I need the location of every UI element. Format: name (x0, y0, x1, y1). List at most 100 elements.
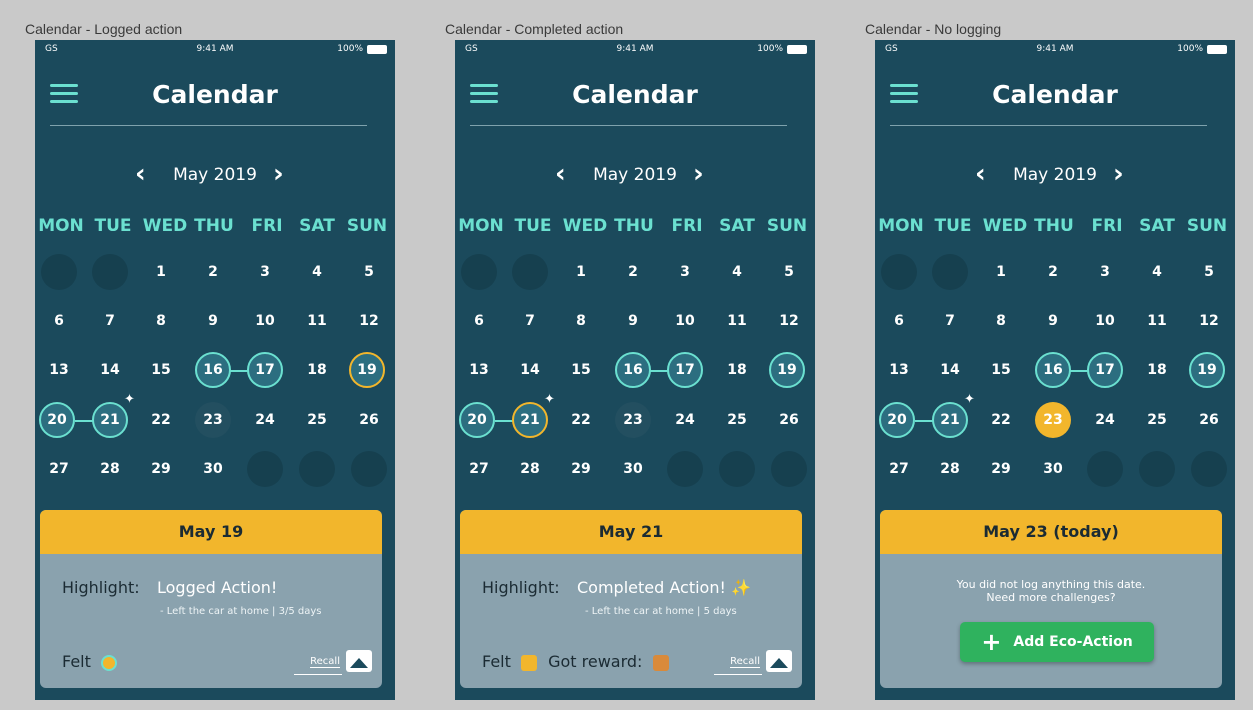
day-cell-logged[interactable]: 21 (932, 402, 968, 438)
day-cell[interactable]: 10 (667, 303, 703, 339)
day-cell[interactable]: 5 (771, 254, 807, 290)
day-cell-logged[interactable]: 19 (1189, 352, 1225, 388)
day-cell[interactable]: 30 (1035, 451, 1071, 487)
recall-link[interactable]: Recall (730, 656, 760, 668)
day-cell[interactable]: 25 (719, 402, 755, 438)
day-cell[interactable]: 9 (1035, 303, 1071, 339)
day-cell[interactable]: 18 (719, 352, 755, 388)
day-cell[interactable]: 18 (299, 352, 335, 388)
day-cell[interactable]: 2 (1035, 254, 1071, 290)
day-cell[interactable]: 28 (92, 451, 128, 487)
day-cell[interactable]: 29 (983, 451, 1019, 487)
day-cell[interactable]: 24 (1087, 402, 1123, 438)
day-cell-logged[interactable]: 19 (769, 352, 805, 388)
day-cell[interactable]: 4 (299, 254, 335, 290)
day-cell[interactable]: 26 (351, 402, 387, 438)
day-cell[interactable]: 2 (195, 254, 231, 290)
day-cell-logged[interactable]: 20 (879, 402, 915, 438)
day-cell[interactable]: 27 (881, 451, 917, 487)
day-cell[interactable]: 25 (1139, 402, 1175, 438)
day-cell[interactable]: 4 (719, 254, 755, 290)
day-cell[interactable]: 28 (512, 451, 548, 487)
day-cell[interactable]: 30 (195, 451, 231, 487)
day-cell-logged[interactable]: 21 (92, 402, 128, 438)
day-cell[interactable]: 12 (1191, 303, 1227, 339)
day-cell[interactable]: 25 (299, 402, 335, 438)
day-cell[interactable]: 23 (195, 402, 231, 438)
day-cell[interactable]: 13 (41, 352, 77, 388)
day-cell[interactable]: 6 (461, 303, 497, 339)
day-cell-logged[interactable]: 17 (667, 352, 703, 388)
day-cell[interactable]: 24 (667, 402, 703, 438)
day-cell-logged[interactable]: 17 (247, 352, 283, 388)
image-icon[interactable] (766, 650, 792, 672)
day-cell[interactable]: 4 (1139, 254, 1175, 290)
add-eco-action-button[interactable]: + Add Eco-Action (960, 622, 1154, 662)
day-cell[interactable]: 27 (461, 451, 497, 487)
recall-link[interactable]: Recall (310, 656, 340, 668)
day-cell-selected[interactable]: 21 (512, 402, 548, 438)
day-cell[interactable]: 22 (563, 402, 599, 438)
day-cell-logged[interactable]: 16 (615, 352, 651, 388)
day-cell[interactable]: 14 (512, 352, 548, 388)
chevron-right-icon[interactable]: › (273, 160, 284, 188)
day-cell[interactable]: 8 (983, 303, 1019, 339)
day-cell[interactable]: 9 (615, 303, 651, 339)
image-icon[interactable] (346, 650, 372, 672)
day-cell-selected[interactable]: 19 (349, 352, 385, 388)
day-cell[interactable]: 10 (247, 303, 283, 339)
day-cell[interactable]: 18 (1139, 352, 1175, 388)
day-cell[interactable]: 1 (143, 254, 179, 290)
day-cell-logged[interactable]: 20 (39, 402, 75, 438)
day-cell[interactable]: 6 (41, 303, 77, 339)
day-cell[interactable]: 12 (771, 303, 807, 339)
day-cell[interactable]: 3 (247, 254, 283, 290)
day-cell[interactable]: 24 (247, 402, 283, 438)
day-cell-logged[interactable]: 16 (1035, 352, 1071, 388)
day-cell[interactable]: 3 (1087, 254, 1123, 290)
day-cell-logged[interactable]: 17 (1087, 352, 1123, 388)
day-cell[interactable]: 23 (615, 402, 651, 438)
battery-icon (367, 45, 387, 54)
day-cell[interactable]: 30 (615, 451, 651, 487)
day-cell[interactable]: 13 (881, 352, 917, 388)
day-cell[interactable]: 5 (351, 254, 387, 290)
day-cell[interactable]: 7 (512, 303, 548, 339)
day-cell[interactable]: 11 (299, 303, 335, 339)
day-cell[interactable]: 15 (143, 352, 179, 388)
chevron-right-icon[interactable]: › (693, 160, 704, 188)
day-cell[interactable]: 1 (563, 254, 599, 290)
day-cell[interactable]: 5 (1191, 254, 1227, 290)
chevron-right-icon[interactable]: › (1113, 160, 1124, 188)
day-cell[interactable]: 27 (41, 451, 77, 487)
day-cell[interactable]: 7 (932, 303, 968, 339)
day-cell[interactable]: 8 (563, 303, 599, 339)
day-cell[interactable]: 26 (771, 402, 807, 438)
day-cell[interactable]: 12 (351, 303, 387, 339)
day-cell[interactable]: 7 (92, 303, 128, 339)
day-cell[interactable]: 14 (92, 352, 128, 388)
day-cell[interactable]: 11 (719, 303, 755, 339)
day-cell[interactable]: 26 (1191, 402, 1227, 438)
day-cell-logged[interactable]: 20 (459, 402, 495, 438)
day-cell[interactable]: 22 (983, 402, 1019, 438)
highlight-label: Highlight: (62, 578, 140, 597)
day-cell[interactable]: 11 (1139, 303, 1175, 339)
day-cell[interactable]: 3 (667, 254, 703, 290)
day-cell[interactable]: 2 (615, 254, 651, 290)
day-cell[interactable]: 15 (983, 352, 1019, 388)
day-cell[interactable]: 15 (563, 352, 599, 388)
day-cell[interactable]: 29 (143, 451, 179, 487)
day-cell-logged[interactable]: 16 (195, 352, 231, 388)
day-cell[interactable]: 8 (143, 303, 179, 339)
day-cell[interactable]: 29 (563, 451, 599, 487)
day-cell[interactable]: 9 (195, 303, 231, 339)
day-cell[interactable]: 28 (932, 451, 968, 487)
day-cell[interactable]: 1 (983, 254, 1019, 290)
day-cell[interactable]: 10 (1087, 303, 1123, 339)
day-cell[interactable]: 14 (932, 352, 968, 388)
day-cell[interactable]: 22 (143, 402, 179, 438)
day-cell[interactable]: 13 (461, 352, 497, 388)
day-cell[interactable]: 6 (881, 303, 917, 339)
day-cell-today[interactable]: 23 (1035, 402, 1071, 438)
